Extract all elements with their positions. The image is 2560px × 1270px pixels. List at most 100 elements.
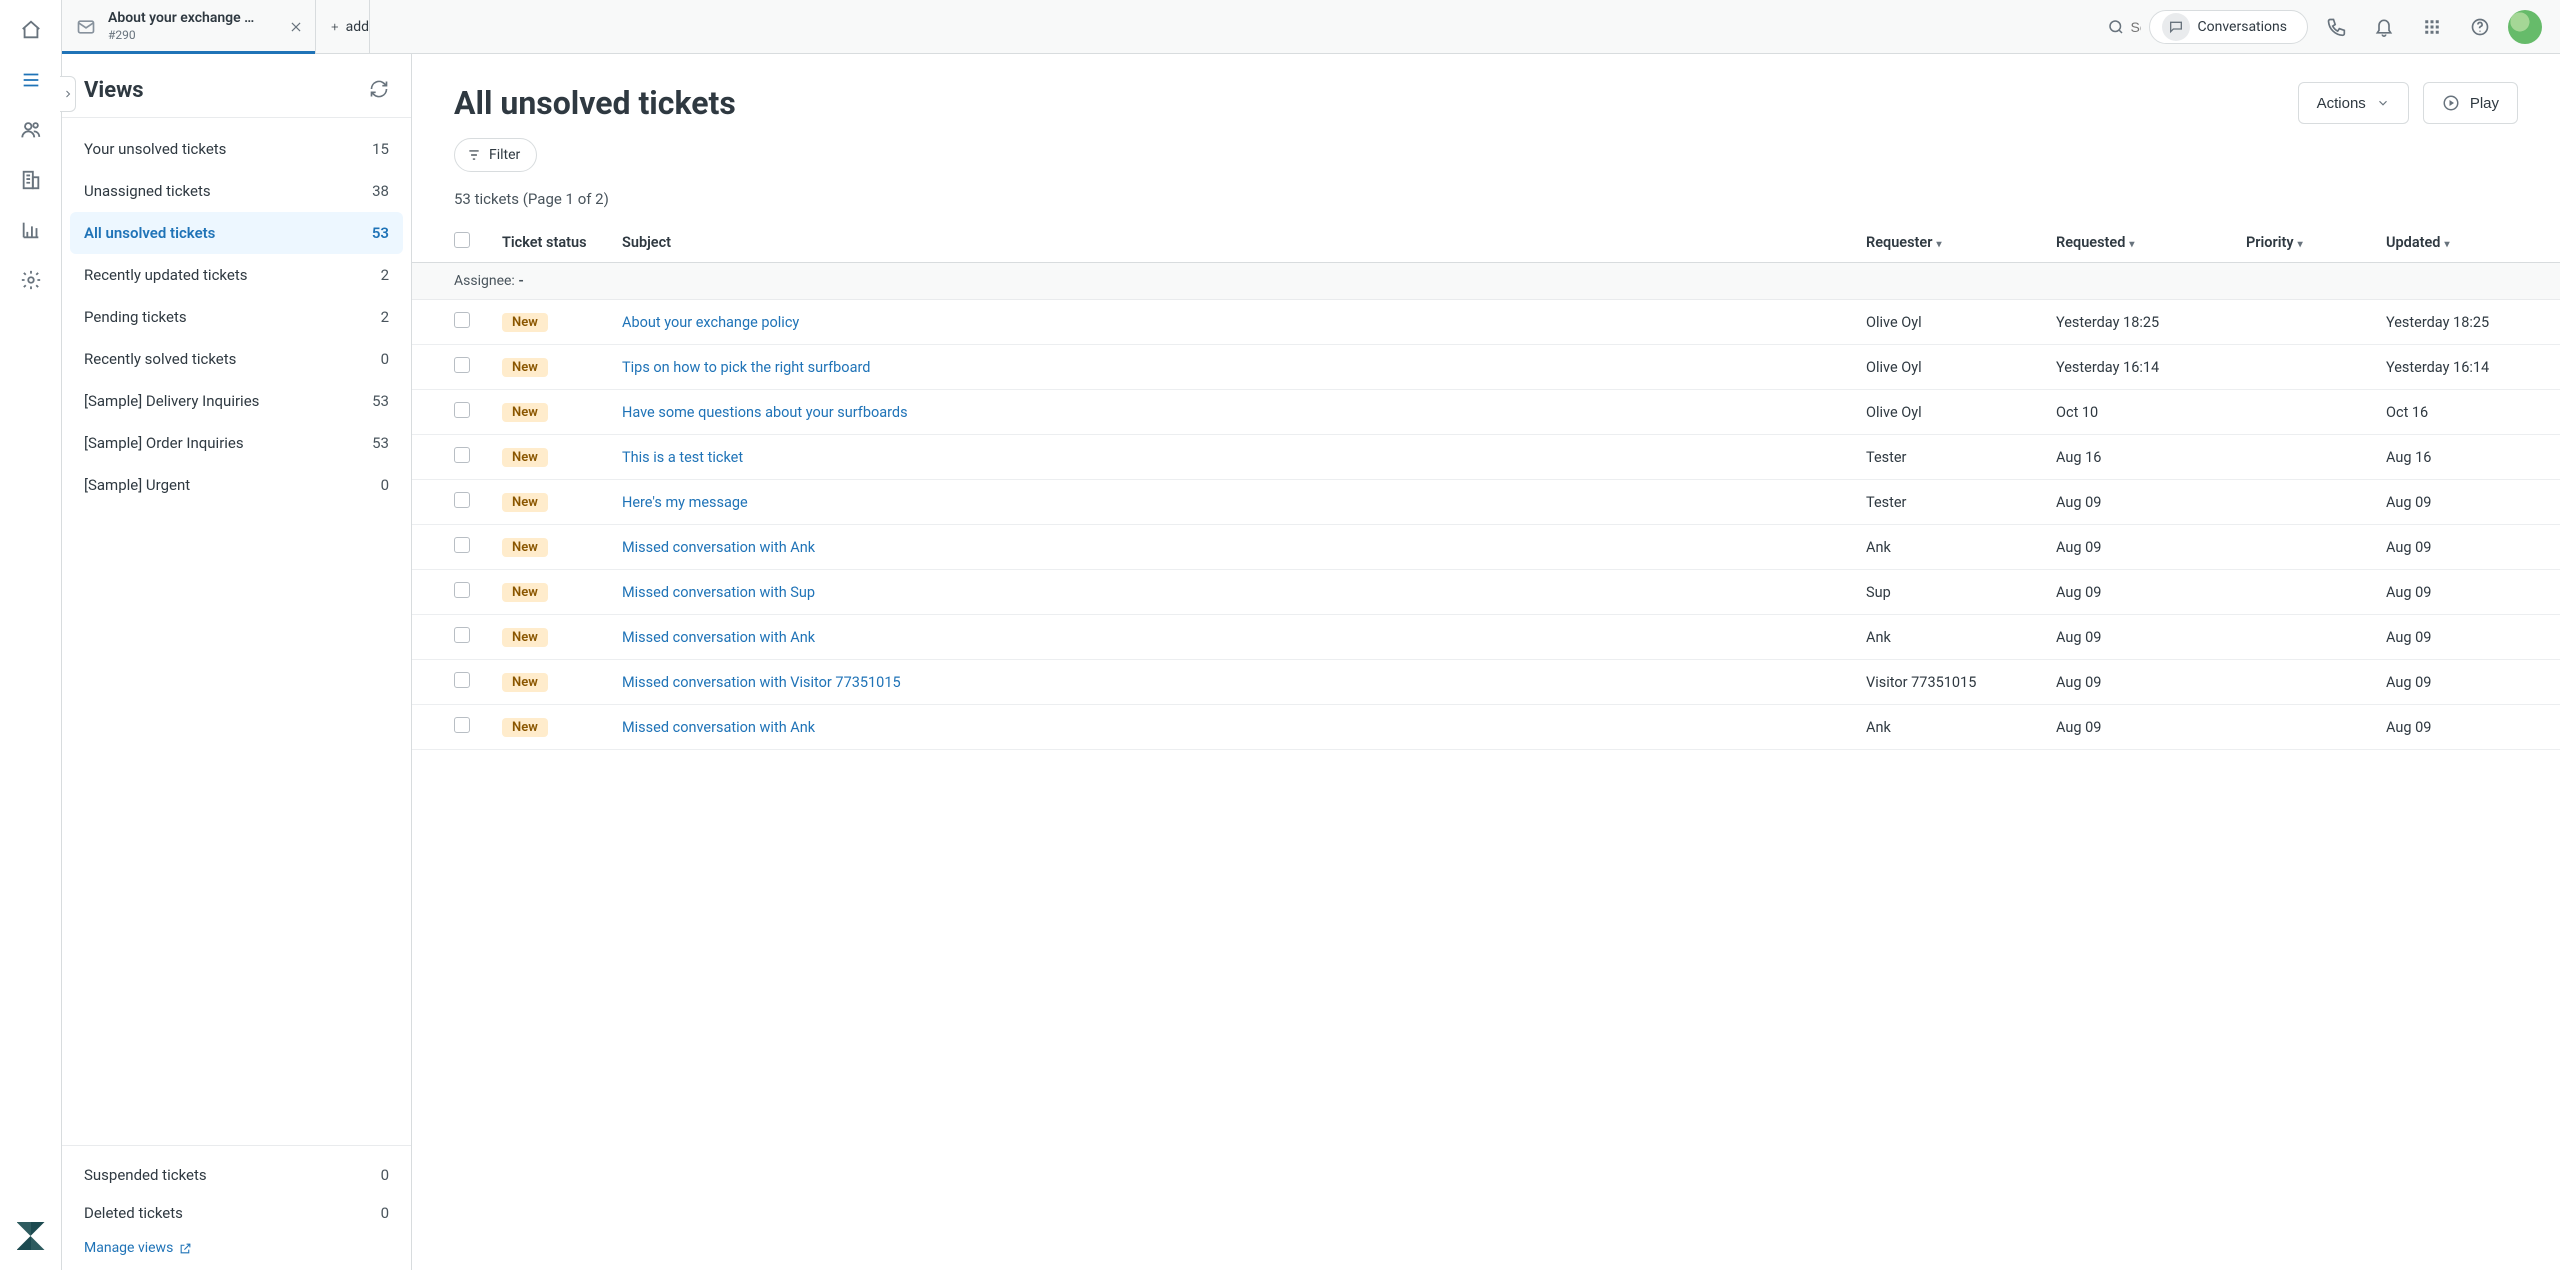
apps-button[interactable]: [2412, 7, 2452, 47]
sort-icon: ▾: [2444, 239, 2449, 250]
view-item-label: Deleted tickets: [84, 1204, 183, 1222]
sort-icon: ▾: [2298, 239, 2303, 250]
ticket-subject-link[interactable]: About your exchange policy: [622, 314, 799, 331]
status-badge: New: [502, 673, 548, 692]
table-row[interactable]: NewMissed conversation with SupSupAug 09…: [412, 570, 2560, 615]
help-button[interactable]: [2460, 7, 2500, 47]
tab-add[interactable]: add: [316, 0, 370, 53]
play-button[interactable]: Play: [2423, 82, 2518, 124]
view-item-label: All unsolved tickets: [84, 224, 215, 242]
row-checkbox[interactable]: [454, 447, 470, 463]
view-item[interactable]: [Sample] Order Inquiries53: [70, 422, 403, 464]
rail-admin[interactable]: [9, 258, 53, 302]
ticket-subject-link[interactable]: Missed conversation with Ank: [622, 539, 815, 556]
row-checkbox[interactable]: [454, 537, 470, 553]
view-item[interactable]: Recently updated tickets2: [70, 254, 403, 296]
view-item[interactable]: Deleted tickets0: [70, 1194, 403, 1232]
rail-views[interactable]: [9, 58, 53, 102]
view-item[interactable]: [Sample] Urgent0: [70, 464, 403, 506]
filter-chip[interactable]: Filter: [454, 138, 537, 172]
users-icon: [20, 119, 42, 141]
cell-priority: [2230, 300, 2370, 345]
tab-ticket-290[interactable]: About your exchange … #290: [62, 0, 316, 53]
avatar[interactable]: [2508, 10, 2542, 44]
rail-reports[interactable]: [9, 208, 53, 252]
cell-priority: [2230, 525, 2370, 570]
ticket-subject-link[interactable]: Have some questions about your surfboard…: [622, 404, 908, 421]
table-row[interactable]: NewMissed conversation with AnkAnkAug 09…: [412, 525, 2560, 570]
view-item-count: 0: [381, 1166, 389, 1184]
row-checkbox[interactable]: [454, 672, 470, 688]
table-row[interactable]: NewTips on how to pick the right surfboa…: [412, 345, 2560, 390]
gear-icon: [20, 269, 42, 291]
ticket-subject-link[interactable]: Missed conversation with Ank: [622, 719, 815, 736]
view-item[interactable]: [Sample] Delivery Inquiries53: [70, 380, 403, 422]
table-row[interactable]: NewHere's my messageTesterAug 09Aug 09: [412, 480, 2560, 525]
cell-requested: Aug 16: [2040, 435, 2230, 480]
table-row[interactable]: New Missed conversation with Visitor 7735…: [412, 660, 2560, 705]
ticket-table-wrap[interactable]: Ticket status Subject Requester▾ Request…: [412, 222, 2560, 1270]
row-checkbox[interactable]: [454, 312, 470, 328]
col-updated[interactable]: Updated▾: [2370, 222, 2560, 263]
apps-icon: [2423, 18, 2441, 36]
row-checkbox[interactable]: [454, 357, 470, 373]
table-row[interactable]: NewHave some questions about your surfbo…: [412, 390, 2560, 435]
col-priority[interactable]: Priority▾: [2230, 222, 2370, 263]
table-row[interactable]: NewAbout your exchange policyOlive OylYe…: [412, 300, 2560, 345]
ticket-subject-link[interactable]: Missed conversation with Ank: [622, 629, 815, 646]
phone-button[interactable]: [2316, 7, 2356, 47]
select-all-checkbox[interactable]: [454, 232, 470, 248]
conversations-button[interactable]: Conversations: [2149, 10, 2308, 44]
ticket-subject-link[interactable]: Here's my message: [622, 494, 748, 511]
cell-updated: Aug 16: [2370, 435, 2560, 480]
ticket-subject-link[interactable]: This is a test ticket: [622, 449, 743, 466]
page-title: All unsolved tickets: [454, 84, 736, 122]
view-item-label: [Sample] Urgent: [84, 476, 190, 494]
row-checkbox[interactable]: [454, 492, 470, 508]
nav-rail: [0, 0, 62, 1270]
manage-views-link[interactable]: Manage views: [70, 1232, 403, 1256]
sort-icon: ▾: [1936, 239, 1941, 250]
view-item-label: Recently solved tickets: [84, 350, 236, 368]
view-item[interactable]: Your unsolved tickets15: [70, 128, 403, 170]
tab-close[interactable]: [285, 16, 307, 38]
rail-customers[interactable]: [9, 108, 53, 152]
rail-home[interactable]: [9, 8, 53, 52]
notifications-button[interactable]: [2364, 7, 2404, 47]
table-row[interactable]: NewMissed conversation with AnkAnkAug 09…: [412, 615, 2560, 660]
row-checkbox[interactable]: [454, 627, 470, 643]
view-item-count: 53: [372, 224, 389, 242]
table-row[interactable]: NewThis is a test ticketTesterAug 16Aug …: [412, 435, 2560, 480]
view-item[interactable]: Unassigned tickets38: [70, 170, 403, 212]
rail-orgs[interactable]: [9, 158, 53, 202]
ticket-subject-link[interactable]: Missed conversation with Sup: [622, 584, 815, 601]
ticket-subject-link[interactable]: Tips on how to pick the right surfboard: [622, 359, 870, 376]
cell-requester: Olive Oyl: [1850, 300, 2040, 345]
cell-priority: [2230, 615, 2370, 660]
col-select-all[interactable]: [412, 222, 486, 263]
global-search[interactable]: [2097, 10, 2141, 44]
content: All unsolved tickets Actions Play Filter…: [412, 54, 2560, 1270]
play-icon: [2442, 94, 2460, 112]
cell-requested: Aug 09: [2040, 525, 2230, 570]
col-requester[interactable]: Requester▾: [1850, 222, 2040, 263]
ticket-subject-link[interactable]: Missed conversation with Visitor 7735101…: [622, 674, 901, 691]
row-checkbox[interactable]: [454, 717, 470, 733]
view-item[interactable]: Pending tickets2: [70, 296, 403, 338]
cell-requested: Aug 09: [2040, 615, 2230, 660]
actions-button[interactable]: Actions: [2298, 82, 2409, 124]
view-item[interactable]: Suspended tickets0: [70, 1156, 403, 1194]
col-requested[interactable]: Requested▾: [2040, 222, 2230, 263]
table-row[interactable]: NewMissed conversation with AnkAnkAug 09…: [412, 705, 2560, 750]
view-item[interactable]: Recently solved tickets0: [70, 338, 403, 380]
row-checkbox[interactable]: [454, 582, 470, 598]
view-item[interactable]: All unsolved tickets 53: [70, 212, 403, 254]
view-list: Your unsolved tickets15Unassigned ticket…: [62, 124, 411, 1145]
sidebar-collapse-handle[interactable]: [60, 76, 76, 112]
filter-label: Filter: [489, 147, 520, 163]
rail-zendesk[interactable]: [9, 1214, 53, 1258]
row-checkbox[interactable]: [454, 402, 470, 418]
views-refresh[interactable]: [369, 79, 389, 103]
view-item-count: 2: [381, 308, 389, 326]
chart-icon: [20, 219, 42, 241]
